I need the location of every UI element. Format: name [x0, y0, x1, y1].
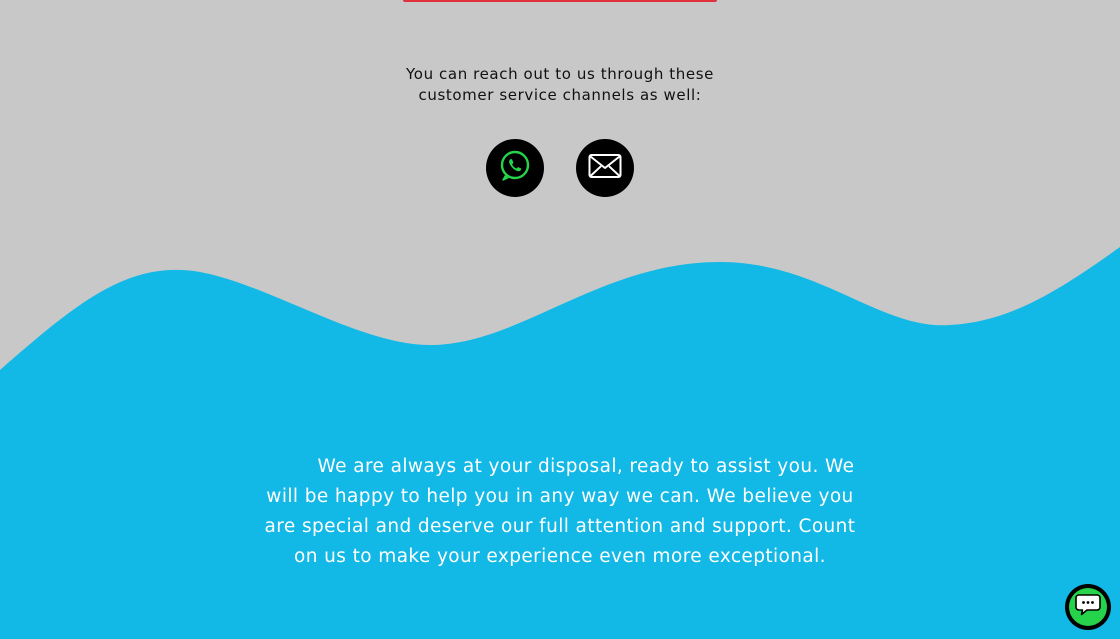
- closing-message: We are always at your disposal, ready to…: [264, 456, 856, 567]
- chat-bubble-icon: [1075, 593, 1101, 621]
- chat-widget-ring: [1069, 588, 1107, 626]
- chat-widget-button[interactable]: [1065, 584, 1111, 630]
